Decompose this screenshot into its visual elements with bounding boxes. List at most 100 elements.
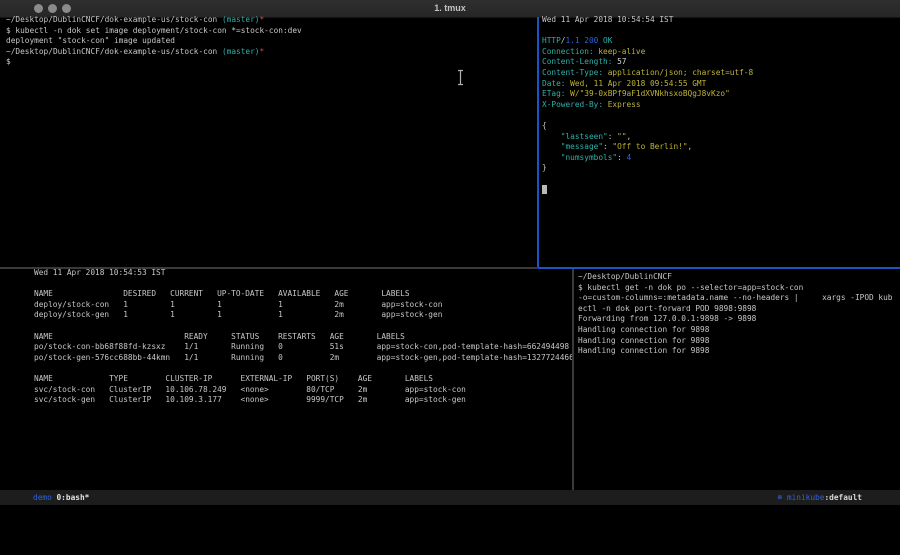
text-segment: (master)	[222, 15, 260, 24]
terminal-line	[542, 174, 898, 185]
i-beam-cursor-icon	[456, 69, 465, 86]
terminal-line: Content-Length: 57	[542, 57, 898, 68]
pane-divider-vertical-bottom[interactable]	[572, 269, 574, 490]
text-segment: deploy/stock-gen 1 1 1 1 2m app=stock-ge…	[34, 310, 442, 319]
text-segment: 1.1 200	[565, 36, 598, 45]
terminal-line: ectl -n dok port-forward POD 9898:9898	[578, 304, 899, 315]
terminal-line: Handling connection for 9898	[578, 346, 899, 357]
kube-namespace: :default	[824, 493, 862, 502]
tmux-window: 1. tmux ~/Desktop/DublinCNCF/dok-example…	[0, 0, 900, 555]
terminal-line: po/stock-con-bb68f88fd-kzsxz 1/1 Running…	[34, 342, 572, 353]
pane-divider-horizontal-left[interactable]	[0, 267, 538, 269]
terminal-line: }	[542, 163, 898, 174]
text-segment: Wed, 11 Apr 2018 09:54:55 GMT	[565, 79, 706, 88]
text-segment: {	[542, 121, 547, 130]
text-segment: NAME TYPE CLUSTER-IP EXTERNAL-IP PORT(S)…	[34, 374, 433, 383]
text-segment: Handling connection for 9898	[578, 336, 709, 345]
text-segment: Handling connection for 9898	[578, 325, 709, 334]
window-tab[interactable]: 0:bash*	[56, 493, 89, 502]
terminal-line: Connection: keep-alive	[542, 47, 898, 58]
session-name: demo	[33, 493, 52, 502]
terminal-line	[542, 26, 898, 37]
text-segment: }	[542, 163, 547, 172]
text-segment: $ kubectl get -n dok po --selector=app=s…	[578, 283, 803, 292]
terminal-line: Content-Type: application/json; charset=…	[542, 68, 898, 79]
text-segment: Wed 11 Apr 2018 10:54:53 IST	[34, 268, 165, 277]
text-segment: Content-Type:	[542, 68, 603, 77]
text-segment: ,	[688, 142, 693, 151]
text-segment	[542, 142, 561, 151]
terminal-line: Handling connection for 9898	[578, 336, 899, 347]
text-segment: -o=custom-columns=:metadata.name --no-he…	[578, 293, 893, 302]
text-segment: Connection:	[542, 47, 594, 56]
text-segment: "message"	[561, 142, 603, 151]
text-segment: (master)	[222, 47, 260, 56]
pane-bottom-left-content: Wed 11 Apr 2018 10:54:53 IST NAME DESIRED…	[34, 268, 572, 406]
terminal-line	[34, 321, 572, 332]
block-cursor	[542, 185, 547, 194]
terminal-line: Handling connection for 9898	[578, 325, 899, 336]
kube-context: minikube	[787, 493, 825, 502]
terminal-line	[542, 185, 898, 196]
kube-status: ☸ minikube:default	[777, 490, 862, 505]
text-segment: application/json; charset=utf-8	[603, 68, 753, 77]
text-segment: deployment "stock-con" image updated	[6, 36, 175, 45]
text-segment: svc/stock-con ClusterIP 10.106.78.249 <n…	[34, 385, 466, 394]
terminal-line: ETag: W/"39-0xBPf9aF1dXVNkhsxoBQgJ8vKzo"	[542, 89, 898, 100]
terminal-line: deploy/stock-con 1 1 1 1 2m app=stock-co…	[34, 300, 572, 311]
text-segment: Content-Length:	[542, 57, 612, 66]
text-segment: Express	[603, 100, 641, 109]
terminal-line	[34, 363, 572, 374]
text-segment: ,	[627, 132, 632, 141]
text-segment: Wed 11 Apr 2018 10:54:54 IST	[542, 15, 673, 24]
text-segment: *	[260, 47, 265, 56]
text-segment: Handling connection for 9898	[578, 346, 709, 355]
pane-divider-horizontal-right[interactable]	[538, 267, 900, 269]
text-segment: OK	[603, 36, 612, 45]
text-segment: NAME DESIRED CURRENT UP-TO-DATE AVAILABL…	[34, 289, 410, 298]
status-left: demo 0:bash*	[33, 490, 89, 505]
terminal-line: Forwarding from 127.0.0.1:9898 -> 9898	[578, 314, 899, 325]
text-segment: :	[603, 142, 612, 151]
text-segment: deploy/stock-con 1 1 1 1 2m app=stock-co…	[34, 300, 442, 309]
terminal-line: -o=custom-columns=:metadata.name --no-he…	[578, 293, 899, 304]
text-segment: 57	[612, 57, 626, 66]
pane-top-left-content: ~/Desktop/DublinCNCF/dok-example-us/stoc…	[6, 15, 302, 68]
terminal-line: ~/Desktop/DublinCNCF/dok-example-us/stoc…	[6, 15, 302, 26]
pane-divider-vertical-top[interactable]	[537, 17, 539, 268]
text-segment	[542, 153, 561, 162]
text-segment: "numsymbols"	[561, 153, 617, 162]
text-segment: ~/Desktop/DublinCNCF/dok-example-us/stoc…	[6, 47, 222, 56]
text-segment: svc/stock-gen ClusterIP 10.109.3.177 <no…	[34, 395, 466, 404]
text-segment: Date:	[542, 79, 565, 88]
text-segment: "Off to Berlin!"	[612, 142, 687, 151]
text-segment: ~/Desktop/DublinCNCF/dok-example-us/stoc…	[6, 15, 222, 24]
text-segment: ""	[617, 132, 626, 141]
text-segment: W/"39-0xBPf9aF1dXVNkhsxoBQgJ8vKzo"	[565, 89, 729, 98]
terminal-line: ~/Desktop/DublinCNCF	[578, 272, 899, 283]
terminal-line: Wed 11 Apr 2018 10:54:53 IST	[34, 268, 572, 279]
terminal-line: deploy/stock-gen 1 1 1 1 2m app=stock-ge…	[34, 310, 572, 321]
text-segment: po/stock-con-bb68f88fd-kzsxz 1/1 Running…	[34, 342, 569, 351]
text-segment	[542, 132, 561, 141]
text-segment: ETag:	[542, 89, 565, 98]
terminal-line	[542, 110, 898, 121]
text-segment: "lastseen"	[561, 132, 608, 141]
terminal-line: NAME TYPE CLUSTER-IP EXTERNAL-IP PORT(S)…	[34, 374, 572, 385]
text-segment: :	[608, 132, 617, 141]
text-segment: $ kubectl -n dok set image deployment/st…	[6, 26, 302, 35]
terminal-line: svc/stock-gen ClusterIP 10.109.3.177 <no…	[34, 395, 572, 406]
pane-bottom-right-content: ~/Desktop/DublinCNCF $ kubectl get -n dok…	[578, 272, 899, 357]
text-segment: HTTP	[542, 36, 561, 45]
terminal-line: po/stock-gen-576cc688bb-44kmn 1/1 Runnin…	[34, 353, 572, 364]
text-segment: ~/Desktop/DublinCNCF	[578, 272, 672, 281]
terminal-line: deployment "stock-con" image updated	[6, 36, 302, 47]
terminal-line: svc/stock-con ClusterIP 10.106.78.249 <n…	[34, 385, 572, 396]
text-segment: 4	[627, 153, 632, 162]
status-bar: demo 0:bash* ☸ minikube:default	[0, 490, 900, 505]
terminal-line: Date: Wed, 11 Apr 2018 09:54:55 GMT	[542, 79, 898, 90]
text-segment: :	[617, 153, 626, 162]
terminal-line	[34, 279, 572, 290]
terminal-line: Wed 11 Apr 2018 10:54:54 IST	[542, 15, 898, 26]
text-segment: po/stock-gen-576cc688bb-44kmn 1/1 Runnin…	[34, 353, 572, 362]
